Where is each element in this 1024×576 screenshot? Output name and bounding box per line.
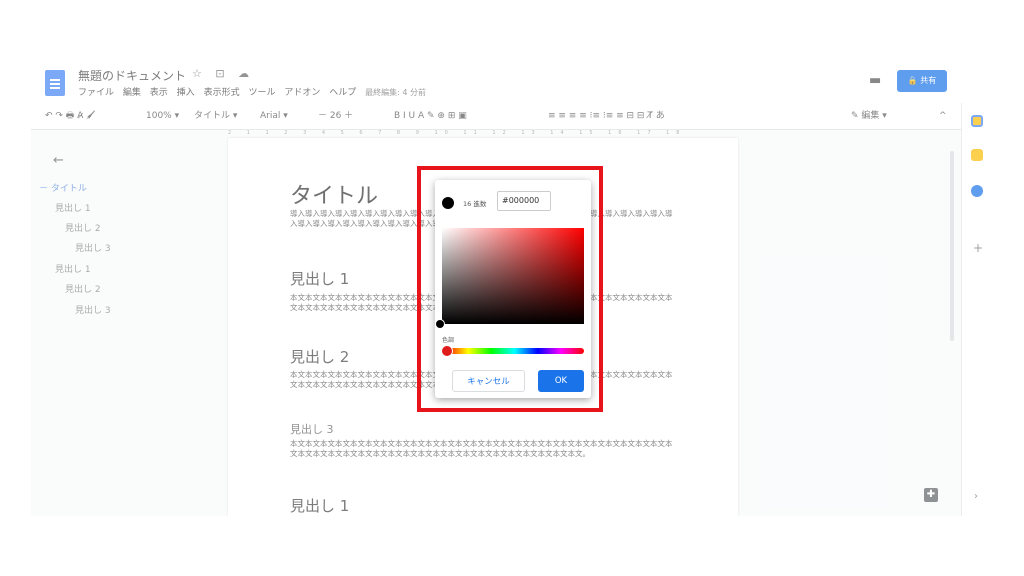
hex-color-input[interactable] [497,191,551,211]
hue-slider[interactable] [445,348,584,354]
saturation-value-handle[interactable] [435,319,445,329]
ok-button[interactable]: OK [538,370,584,392]
saturation-value-picker[interactable] [442,228,584,324]
hue-label: 色調 [442,337,455,344]
cancel-button[interactable]: キャンセル [452,370,525,392]
hex-label: 16 進数 [463,200,487,208]
hue-slider-handle[interactable] [441,345,453,357]
custom-color-dialog: 16 進数 色調 キャンセル OK [435,180,591,398]
selected-color-swatch [442,197,454,209]
